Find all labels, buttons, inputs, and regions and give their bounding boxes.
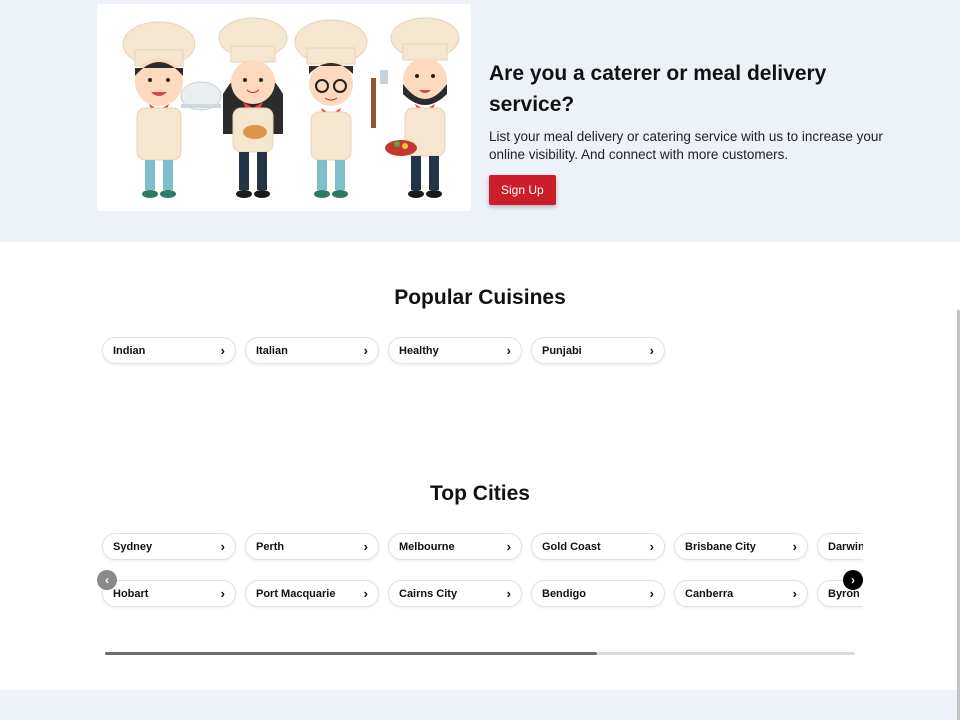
chevron-right-icon: › [792,539,797,554]
city-pill[interactable]: Sydney › [102,533,236,560]
pill-label: Punjabi [542,344,582,357]
chevron-right-icon: › [506,343,511,358]
carousel-scrollbar[interactable] [105,652,855,655]
sign-up-button[interactable]: Sign Up [489,175,556,205]
city-pill[interactable]: Gold Coast › [531,533,665,560]
pill-label: Healthy [399,344,439,357]
footer-band [0,690,960,720]
pill-label: Byron Bay [828,587,863,600]
city-pill[interactable]: Brisbane City › [674,533,808,560]
caterer-banner-title: Are you a caterer or meal delivery servi… [489,62,827,116]
top-cities-title: Top Cities [430,482,530,505]
chevron-right-icon: › [506,586,511,601]
chevron-right-icon: › [649,586,654,601]
city-pill[interactable]: Canberra › [674,580,808,607]
chevron-right-icon: › [649,539,654,554]
chevron-right-icon: › [363,539,368,554]
pill-label: Canberra [685,587,734,600]
chevron-right-icon: › [220,343,225,358]
cuisine-pill[interactable]: Italian › [245,337,379,364]
city-pill[interactable]: Melbourne › [388,533,522,560]
pill-label: Hobart [113,587,149,600]
pill-label: Port Macquarie [256,587,336,600]
cuisine-pill[interactable]: Healthy › [388,337,522,364]
city-pill[interactable]: Port Macquarie › [245,580,379,607]
pill-label: Italian [256,344,288,357]
pill-label: Gold Coast [542,540,601,553]
city-pill[interactable]: Bendigo › [531,580,665,607]
carousel-next-button[interactable]: › [843,570,863,590]
pill-label: Perth [256,540,285,553]
chevron-right-icon: › [220,586,225,601]
chevron-right-icon: › [220,539,225,554]
chevron-right-icon: › [506,539,511,554]
pill-label: Sydney [113,540,153,553]
carousel-scrollbar-thumb[interactable] [105,652,597,655]
pill-label: Bendigo [542,587,586,600]
pill-label: Melbourne [399,540,455,553]
cuisine-pill[interactable]: Indian › [102,337,236,364]
chefs-illustration [97,4,471,211]
chevron-right-icon: › [792,586,797,601]
top-cities-carousel: Sydney › Perth › Melbourne › Gold Coast › Brisba… [97,528,863,614]
pill-label: Cairns City [399,587,458,600]
cuisine-pill[interactable]: Punjabi › [531,337,665,364]
chevron-right-icon: › [851,573,855,587]
city-pill[interactable]: Hobart › [102,580,236,607]
chevron-left-icon: ‹ [105,573,109,587]
caterer-banner-text: Are you a caterer or meal delivery servi… [489,58,909,205]
pill-label: Darwin [828,540,863,553]
chevron-right-icon: › [649,343,654,358]
popular-cuisines-title: Popular Cuisines [394,286,566,309]
chevron-right-icon: › [363,343,368,358]
caterer-banner-description: List your meal delivery or catering serv… [489,129,883,162]
chevron-right-icon: › [363,586,368,601]
city-pill[interactable]: Cairns City › [388,580,522,607]
carousel-prev-button[interactable]: ‹ [97,570,117,590]
pill-label: Brisbane City [685,540,756,553]
caterer-banner: Are you a caterer or meal delivery servi… [0,0,960,242]
pill-label: Indian [113,344,146,357]
city-pill[interactable]: Darwin› [817,533,863,560]
city-pill[interactable]: Perth › [245,533,379,560]
